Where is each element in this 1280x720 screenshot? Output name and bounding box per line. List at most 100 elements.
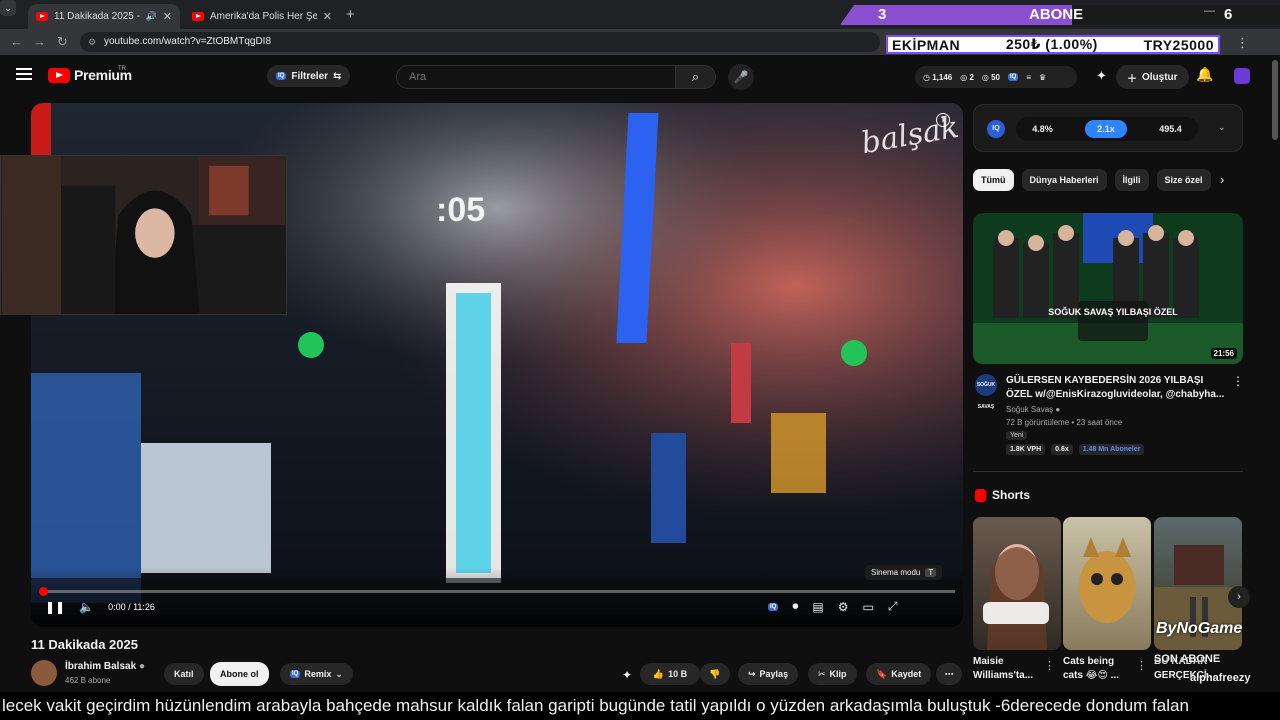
create-button[interactable]: ＋ Oluştur	[1116, 65, 1189, 89]
subscribe-button[interactable]: Abone ol	[210, 662, 269, 686]
player-controls-right: IQ ⏺ ▤ ⚙ ▭ ⤢	[768, 599, 897, 614]
metric-chip[interactable]: 495.4	[1159, 124, 1182, 134]
chip-world-news[interactable]: Dünya Haberleri	[1021, 169, 1107, 191]
iq-icon[interactable]: IQ	[987, 120, 1005, 138]
recommended-channel[interactable]: Soğuk Savaş ●	[1006, 405, 1060, 414]
chip-all[interactable]: Tümü	[973, 169, 1014, 191]
thumbnail-text: SOĞUK SAVAŞ YILBAŞI ÖZEL	[1048, 306, 1178, 317]
last-subscriber-label: SON ABONE	[1154, 653, 1221, 665]
recommended-title[interactable]: GÜLERSEN KAYBEDERSİN 2026 YILBAŞI ÖZEL w…	[1006, 374, 1228, 402]
progress-bar[interactable]	[39, 587, 955, 596]
dislike-button[interactable]: 👎	[700, 663, 730, 685]
close-icon[interactable]: ✕	[163, 10, 172, 23]
video-duration: 21:56	[1210, 348, 1237, 359]
chevron-right-icon[interactable]: ›	[1228, 586, 1250, 608]
recommended-channel-text: Soğuk Savaş	[1006, 405, 1054, 414]
tab-active[interactable]: 11 Dakikada 2025 - YouTube 🔊 ✕	[28, 4, 180, 29]
chevron-down-icon[interactable]: ⌄	[1218, 122, 1226, 133]
channel-name[interactable]: İbrahim Balsak ●	[65, 661, 145, 672]
search-button[interactable]: ⌕	[676, 65, 716, 89]
minimize-icon[interactable]: —	[1204, 5, 1215, 17]
fullscreen-icon[interactable]: ⤢	[888, 599, 898, 614]
chevron-right-icon[interactable]: ›	[1220, 172, 1224, 187]
share-button[interactable]: ↪ Paylaş	[738, 663, 799, 685]
metric-chip-active[interactable]: 2.1x	[1085, 120, 1127, 138]
search-input[interactable]	[396, 65, 676, 89]
bell-icon[interactable]: 🔔	[1196, 66, 1213, 83]
extension-puzzle-icon[interactable]: ✦	[622, 668, 632, 682]
channel-avatar[interactable]	[31, 660, 57, 686]
subtitles-icon[interactable]: ▤	[812, 600, 823, 614]
settings-icon[interactable]: ⚙	[838, 600, 849, 614]
microphone-icon: 🎤	[733, 70, 749, 84]
extension-puzzle-icon[interactable]: ✦	[1096, 68, 1107, 84]
url-field[interactable]: youtube.com/watch?v=ZtOBMTqgDI8	[80, 32, 880, 52]
page-scrollbar[interactable]	[1272, 60, 1278, 140]
extensions-icon[interactable]: ⋮	[1236, 35, 1249, 51]
bookmark-icon: 🔖	[876, 668, 888, 679]
tab-inactive[interactable]: Amerika'da Polis Her Şeyi Görüyor ✕	[184, 4, 340, 29]
streamer-webcam	[0, 155, 287, 315]
tab-audio-icon: 🔊	[145, 11, 157, 21]
short-title[interactable]: Maisie Williams'ta...	[973, 655, 1043, 683]
stat-watch: ◎ 50	[981, 72, 1000, 82]
more-vertical-icon[interactable]: ⋮	[1136, 659, 1147, 672]
plus-icon: ＋	[1127, 73, 1137, 85]
new-tab-icon[interactable]: +	[346, 6, 355, 23]
list-icon[interactable]: ≡	[1026, 73, 1031, 82]
hamburger-menu-icon[interactable]	[16, 68, 32, 80]
metric-chip[interactable]: 4.8%	[1032, 124, 1053, 134]
recommended-meta: 72 B görüntüleme • 23 saat önce	[1006, 418, 1123, 427]
iq-icon[interactable]: IQ	[1008, 73, 1019, 81]
volume-icon[interactable]: 🔈	[79, 600, 94, 614]
theater-mode-icon[interactable]: ▭	[862, 600, 873, 614]
account-avatar[interactable]	[1234, 68, 1250, 84]
tab-label: 11 Dakikada 2025 - YouTube	[54, 11, 140, 22]
voice-search-button[interactable]: 🎤	[728, 64, 754, 90]
scissors-icon: ✂	[818, 668, 826, 679]
join-label: Katıl	[174, 669, 194, 679]
channel-icon[interactable]: SOĞUK SAVAŞ	[975, 374, 997, 410]
info-icon[interactable]: i	[936, 113, 950, 127]
join-button[interactable]: Katıl	[164, 663, 204, 685]
site-info-icon[interactable]: ⚙	[88, 37, 96, 48]
chip-for-you[interactable]: Size özel	[1156, 169, 1211, 191]
pause-icon[interactable]: ❚❚	[45, 600, 65, 614]
shorts-heading-text: Shorts	[992, 488, 1031, 502]
close-icon[interactable]: ✕	[323, 10, 332, 23]
short-title[interactable]: Cats being cats 😂😍 ...	[1063, 655, 1133, 683]
remix-button[interactable]: IQ Remix ⌄	[280, 663, 353, 685]
new-badge: Yeni	[1006, 431, 1028, 440]
autoplay-toggle[interactable]: ⏺	[792, 599, 798, 614]
ratio-tag: 0.6x	[1051, 444, 1073, 455]
progress-scrubber[interactable]	[39, 587, 48, 596]
share-label: Paylaş	[759, 669, 789, 679]
clip-button[interactable]: ✂ Klip	[808, 663, 857, 685]
iq-icon[interactable]: IQ	[768, 602, 779, 611]
back-icon[interactable]: ←	[10, 34, 23, 49]
forward-icon[interactable]: →	[33, 34, 46, 49]
tab-search-button[interactable]: ⌄	[0, 0, 16, 16]
thumbnail-image: SOĞUK SAVAŞ YILBAŞI ÖZEL	[973, 213, 1243, 364]
extension-panel: IQ 4.8% 2.1x 495.4 ⌄	[973, 104, 1243, 152]
like-button[interactable]: 👍 10 B	[640, 663, 700, 685]
controls-gradient	[31, 567, 963, 627]
divider	[973, 471, 1243, 472]
more-vertical-icon[interactable]: ⋮	[1232, 374, 1244, 388]
short-thumbnail[interactable]	[973, 517, 1061, 650]
save-button[interactable]: 🔖 Kaydet	[866, 663, 932, 685]
more-vertical-icon[interactable]: ⋮	[1044, 659, 1055, 672]
more-actions-button[interactable]: ⋯	[936, 663, 962, 685]
cinema-mode-tooltip: Sinema modu T	[865, 565, 943, 580]
tab-label: Amerika'da Polis Her Şeyi Görüyor	[210, 11, 317, 22]
time-display: 0:00 / 11:26	[108, 602, 155, 612]
recommended-thumbnail[interactable]: SOĞUK SAVAŞ YILBAŞI ÖZEL 21:56	[973, 213, 1243, 364]
svg-text::05: :05	[436, 191, 485, 229]
youtube-favicon-icon	[36, 12, 48, 21]
reload-icon[interactable]: ↻	[57, 34, 68, 50]
chip-related[interactable]: İlgili	[1114, 169, 1149, 191]
stat-eye: ◎ 2	[960, 72, 974, 82]
trophy-icon[interactable]: ♛	[1039, 73, 1046, 82]
short-thumbnail[interactable]	[1063, 517, 1151, 650]
filters-button[interactable]: IQ Filtreler ⇆	[267, 65, 351, 87]
